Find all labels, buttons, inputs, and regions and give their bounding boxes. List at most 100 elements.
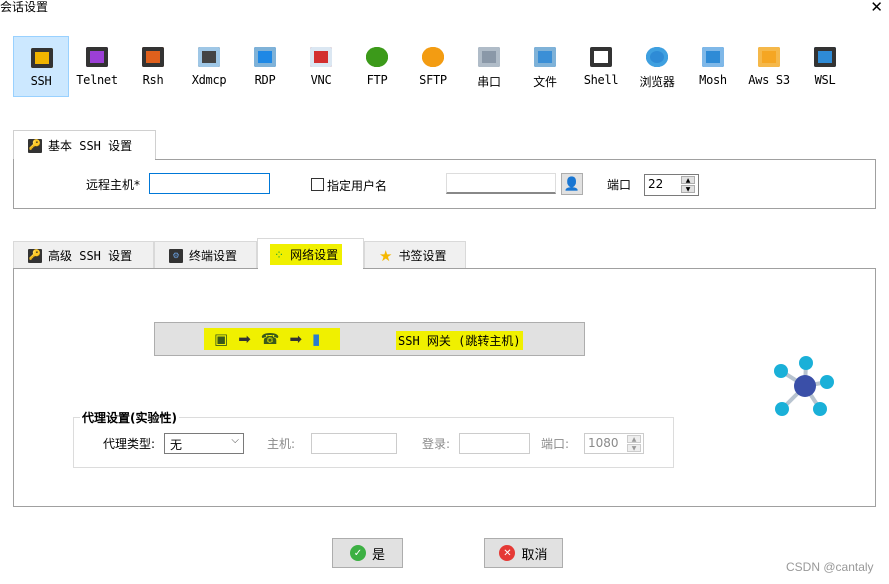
session-type-label: RDP (254, 73, 276, 87)
terminal-settings-icon: ⚙ (169, 248, 183, 263)
network-graphic-icon (774, 356, 834, 416)
session-type-sftp[interactable]: SFTP (405, 36, 461, 97)
session-type-label: VNC (310, 73, 332, 87)
spin-up-icon[interactable]: ▲ (681, 176, 695, 184)
key-icon: 🔑 (28, 138, 42, 153)
x-monitor-icon (198, 47, 220, 67)
key-icon (31, 48, 53, 68)
session-type-ssh[interactable]: SSH (13, 36, 69, 97)
session-type-label: WSL (814, 73, 836, 87)
tab-label: 高级 SSH 设置 (48, 249, 133, 263)
proxy-type-select[interactable]: 无 ⌵ (164, 433, 244, 454)
session-type-wsl[interactable]: WSL (797, 36, 853, 97)
session-type-ftp[interactable]: FTP (349, 36, 405, 97)
proxy-type-value: 无 (170, 438, 183, 452)
gateway-diagram-icon: ▣ ➡ ☎ ➡ ▮ (204, 328, 340, 350)
windows-icon (814, 47, 836, 67)
gears-icon (142, 47, 164, 67)
star-icon: ★ (379, 246, 393, 265)
network-panel (13, 268, 876, 507)
watermark: CSDN @cantaly (786, 560, 874, 574)
tab-advanced-ssh[interactable]: 🔑 高级 SSH 设置 (13, 241, 154, 269)
proxy-group-label: 代理设置(实验性) (80, 409, 179, 426)
tab-terminal-settings[interactable]: ⚙ 终端设置 (154, 241, 257, 269)
session-type-label: Aws S3 (748, 73, 790, 87)
spin-down-icon[interactable]: ▼ (681, 185, 695, 193)
proxy-type-label: 代理类型: (103, 437, 156, 451)
session-type-rdp[interactable]: RDP (237, 36, 293, 97)
session-type-mosh[interactable]: Mosh (685, 36, 741, 97)
session-type-label: 串口 (477, 75, 501, 89)
session-type-label: Xdmcp (191, 73, 227, 87)
tab-label: 网络设置 (290, 248, 339, 262)
browser-globe-icon (646, 47, 668, 67)
tab-network-settings[interactable]: ⁘ 网络设置 (257, 238, 364, 270)
session-type-label: Telnet (76, 73, 118, 87)
aws-boxes-icon (758, 47, 780, 67)
terminal-icon (590, 47, 612, 67)
session-type-aws-s3[interactable]: Aws S3 (741, 36, 797, 97)
session-type-label: SSH (30, 74, 52, 88)
basic-ssh-panel (13, 159, 876, 209)
session-type-label: Shell (583, 73, 619, 87)
serial-plug-icon (478, 47, 500, 67)
port-label: 端口 (607, 178, 632, 192)
host-label: 主机: (267, 437, 296, 451)
tab-bookmark-settings[interactable]: ★ 书签设置 (364, 241, 466, 269)
ok-button[interactable]: ✓ 是 (332, 538, 403, 568)
chevron-down-icon: ⌵ (231, 435, 239, 446)
ssh-gateway-button[interactable]: ▣ ➡ ☎ ➡ ▮ SSH 网关 (跳转主机) (154, 322, 585, 356)
proxy-host-input[interactable] (311, 433, 397, 454)
tab-label: 终端设置 (189, 249, 238, 263)
cancel-button[interactable]: ✕ 取消 (484, 538, 563, 568)
close-icon[interactable]: ✕ (870, 0, 883, 16)
port-spinner[interactable]: 22 ▲ ▼ (644, 174, 699, 196)
file-monitor-icon (534, 47, 556, 67)
tab-label: 基本 SSH 设置 (48, 139, 133, 153)
check-icon: ✓ (349, 545, 366, 561)
session-type-label: Mosh (699, 73, 727, 87)
purple-gem-icon (86, 47, 108, 67)
spin-up-icon[interactable]: ▲ (627, 435, 641, 443)
session-type-浏览器[interactable]: 浏览器 (629, 36, 685, 97)
orange-globe-icon (422, 47, 444, 67)
proxy-port-value: 1080 (588, 436, 619, 450)
tab-basic-ssh[interactable]: 🔑 基本 SSH 设置 (13, 130, 156, 160)
network-icon: ⁘ (274, 247, 285, 262)
specify-user-checkbox[interactable] (311, 178, 324, 191)
window-title: 会话设置 (0, 0, 49, 14)
session-type-rsh[interactable]: Rsh (125, 36, 181, 97)
proxy-port-spinner[interactable]: 1080 ▲ ▼ (584, 433, 644, 454)
session-type-shell[interactable]: Shell (573, 36, 629, 97)
satellite-dish-icon (702, 47, 724, 67)
tab-label: 书签设置 (398, 249, 447, 263)
session-type-label: SFTP (419, 73, 447, 87)
vnc-monitor-icon (310, 47, 332, 67)
specify-user-label: 指定用户名 (327, 179, 388, 193)
x-circle-icon: ✕ (499, 545, 516, 561)
session-type-xdmcp[interactable]: Xdmcp (181, 36, 237, 97)
session-type-telnet[interactable]: Telnet (69, 36, 125, 97)
port-value: 22 (648, 177, 664, 191)
remote-host-label: 远程主机* (86, 178, 141, 192)
gateway-label: SSH 网关 (跳转主机) (396, 331, 523, 350)
key-icon: 🔑 (28, 248, 42, 263)
proxy-login-input[interactable] (459, 433, 530, 454)
session-type-vnc[interactable]: VNC (293, 36, 349, 97)
username-input[interactable] (446, 173, 556, 194)
session-type-label: 文件 (533, 75, 557, 89)
login-label: 登录: (422, 437, 451, 451)
proxy-port-label: 端口: (541, 437, 570, 451)
ok-label: 是 (371, 547, 385, 563)
remote-host-input[interactable] (149, 173, 270, 194)
windows-monitor-icon (254, 47, 276, 67)
user-key-icon[interactable]: 👤 (561, 173, 583, 195)
session-type-文件[interactable]: 文件 (517, 36, 573, 97)
session-type-label: 浏览器 (639, 75, 675, 89)
session-type-串口[interactable]: 串口 (461, 36, 517, 97)
spin-down-icon[interactable]: ▼ (627, 444, 641, 452)
session-type-label: Rsh (142, 73, 164, 87)
cancel-label: 取消 (521, 547, 548, 563)
session-type-label: FTP (366, 73, 388, 87)
green-globe-icon (366, 47, 388, 67)
